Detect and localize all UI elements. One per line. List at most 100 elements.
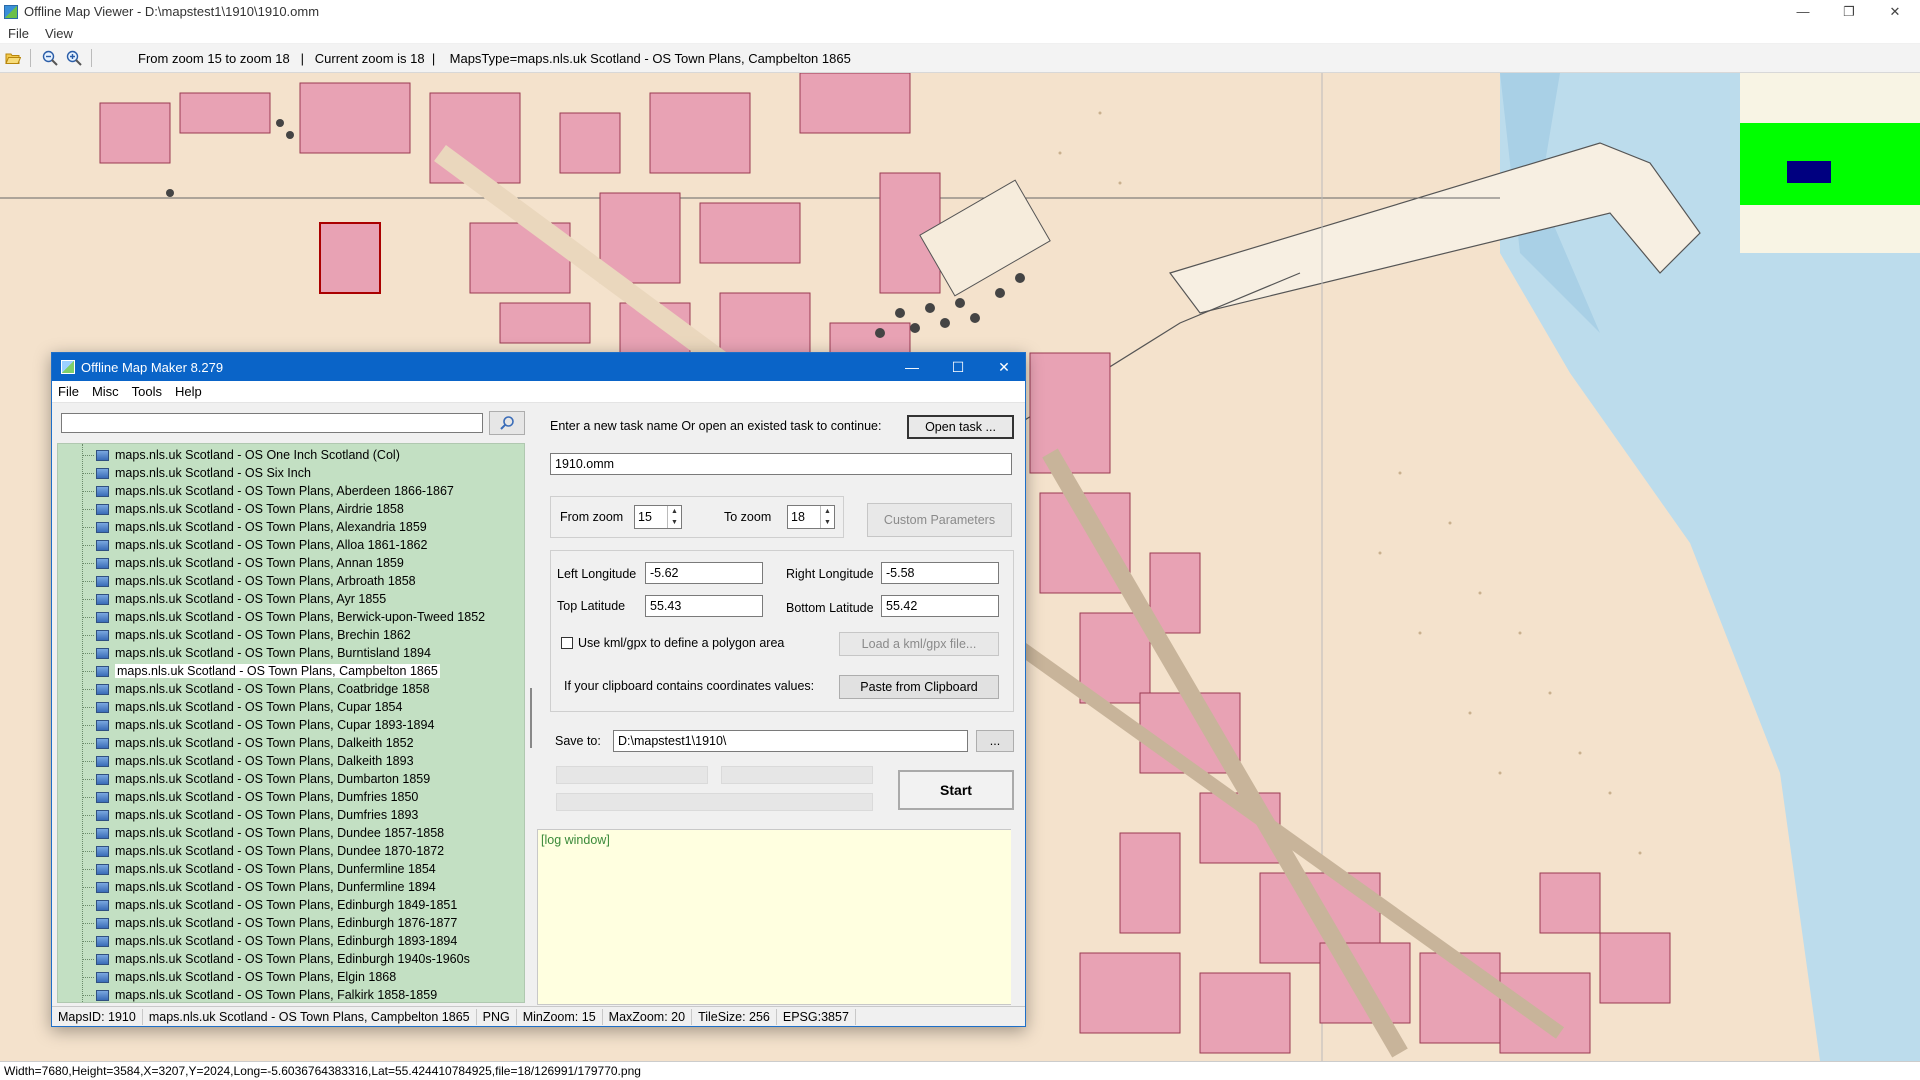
bottom-latitude-input[interactable] — [881, 595, 999, 617]
map-list-item[interactable]: maps.nls.uk Scotland - OS Town Plans, Fa… — [96, 986, 437, 1002]
map-list-item[interactable]: maps.nls.uk Scotland - OS Town Plans, Cu… — [96, 698, 402, 716]
close-button[interactable]: ✕ — [1872, 0, 1918, 23]
map-tile-icon — [96, 701, 109, 713]
offline-map-maker-dialog: Offline Map Maker 8.279 — ☐ ✕ File Misc … — [51, 352, 1026, 1027]
map-list-item[interactable]: maps.nls.uk Scotland - OS Town Plans, Du… — [96, 806, 418, 824]
right-longitude-label: Right Longitude — [786, 567, 874, 581]
log-scrollbar[interactable] — [1011, 829, 1025, 1005]
open-task-button[interactable]: Open task ... — [907, 415, 1014, 439]
task-name-input[interactable] — [550, 453, 1012, 475]
map-list-item[interactable]: maps.nls.uk Scotland - OS Town Plans, Da… — [96, 752, 414, 770]
tree-line — [82, 617, 94, 618]
top-latitude-input[interactable] — [645, 595, 763, 617]
dialog-menu-misc[interactable]: Misc — [92, 384, 119, 399]
tree-line — [82, 797, 94, 798]
save-to-input[interactable] — [613, 730, 968, 752]
map-list-item[interactable]: maps.nls.uk Scotland - OS Town Plans, Ed… — [96, 932, 457, 950]
map-list-item[interactable]: maps.nls.uk Scotland - OS Town Plans, Al… — [96, 518, 427, 536]
map-list-item[interactable]: maps.nls.uk Scotland - OS Six Inch — [96, 464, 311, 482]
tree-line — [82, 473, 94, 474]
map-list-item[interactable]: maps.nls.uk Scotland - OS Town Plans, Co… — [96, 680, 430, 698]
map-list-item[interactable]: maps.nls.uk Scotland - OS Town Plans, Du… — [96, 824, 444, 842]
map-list-item[interactable]: maps.nls.uk Scotland - OS Town Plans, Ab… — [96, 482, 454, 500]
zoom-out-icon[interactable] — [39, 47, 61, 69]
start-button[interactable]: Start — [898, 770, 1014, 810]
map-list-item[interactable]: maps.nls.uk Scotland - OS Town Plans, Al… — [96, 536, 427, 554]
dialog-minimize-button[interactable]: — — [889, 353, 935, 381]
dialog-app-icon — [61, 360, 75, 374]
map-list-item[interactable]: maps.nls.uk Scotland - OS Town Plans, Ai… — [96, 500, 404, 518]
tree-line — [82, 833, 94, 834]
spinner-arrows-icon[interactable]: ▲ ▼ — [667, 506, 681, 528]
left-longitude-input[interactable] — [645, 562, 763, 584]
map-list-item-label: maps.nls.uk Scotland - OS Town Plans, Ai… — [115, 502, 404, 516]
viewer-titlebar: Offline Map Viewer - D:\mapstest1\1910\1… — [0, 0, 1920, 23]
map-list-item[interactable]: maps.nls.uk Scotland - OS One Inch Scotl… — [96, 446, 400, 464]
dialog-maximize-button[interactable]: ☐ — [935, 353, 981, 381]
map-list-item[interactable]: maps.nls.uk Scotland - OS Town Plans, An… — [96, 554, 404, 572]
right-longitude-input[interactable] — [881, 562, 999, 584]
dialog-menu-tools[interactable]: Tools — [132, 384, 162, 399]
map-list-item-label: maps.nls.uk Scotland - OS Town Plans, Al… — [115, 538, 428, 552]
search-button[interactable] — [489, 411, 525, 435]
map-list-item[interactable]: maps.nls.uk Scotland - OS Town Plans, Du… — [96, 770, 430, 788]
kml-checkbox-label: Use kml/gpx to define a polygon area — [578, 636, 785, 650]
map-list-item[interactable]: maps.nls.uk Scotland - OS Town Plans, Cu… — [96, 716, 434, 734]
tree-line — [82, 635, 94, 636]
dialog-title: Offline Map Maker 8.279 — [81, 359, 224, 375]
restore-button[interactable]: ❐ — [1826, 0, 1872, 23]
zoom-in-icon[interactable] — [63, 47, 85, 69]
progress-bar-total — [556, 793, 873, 811]
tree-line — [82, 545, 94, 546]
map-list-item[interactable]: maps.nls.uk Scotland - OS Town Plans, Ar… — [96, 572, 416, 590]
map-search-input[interactable] — [61, 413, 483, 433]
map-type-tree[interactable]: maps.nls.uk Scotland - OS One Inch Scotl… — [57, 443, 525, 1003]
from-zoom-spinner[interactable]: 15 ▲ ▼ — [634, 505, 682, 529]
map-list-item[interactable]: maps.nls.uk Scotland - OS Town Plans, Du… — [96, 860, 436, 878]
dialog-menu-file[interactable]: File — [58, 384, 79, 399]
map-list-item[interactable]: maps.nls.uk Scotland - OS Town Plans, Du… — [96, 878, 436, 896]
folder-open-icon[interactable] — [2, 47, 24, 69]
load-kml-button[interactable]: Load a kml/gpx file... — [839, 632, 999, 656]
tree-line — [82, 707, 94, 708]
minimize-button[interactable]: — — [1780, 0, 1826, 23]
log-window[interactable]: [log window] — [537, 829, 1012, 1005]
tree-line — [82, 527, 94, 528]
spinner-arrows-icon[interactable]: ▲ ▼ — [820, 506, 834, 528]
map-list-item[interactable]: maps.nls.uk Scotland - OS Town Plans, Br… — [96, 626, 411, 644]
map-list-item[interactable]: maps.nls.uk Scotland - OS Town Plans, Ed… — [96, 950, 470, 968]
map-list-item[interactable]: maps.nls.uk Scotland - OS Town Plans, Bu… — [96, 644, 431, 662]
progress-bar-2 — [721, 766, 873, 784]
map-list-item-label: maps.nls.uk Scotland - OS Town Plans, Bu… — [115, 646, 431, 660]
dialog-menu-help[interactable]: Help — [175, 384, 202, 399]
scrollbar-thumb[interactable] — [530, 688, 532, 748]
dialog-close-button[interactable]: ✕ — [981, 353, 1027, 381]
to-zoom-spinner[interactable]: 18 ▲ ▼ — [787, 505, 835, 529]
map-list-item[interactable]: maps.nls.uk Scotland - OS Town Plans, Ay… — [96, 590, 386, 608]
menu-file[interactable]: File — [8, 26, 29, 41]
browse-button[interactable]: ... — [976, 730, 1014, 752]
map-list-item[interactable]: maps.nls.uk Scotland - OS Town Plans, El… — [96, 968, 396, 986]
to-zoom-value: 18 — [791, 510, 805, 524]
task-prompt-label: Enter a new task name Or open an existed… — [550, 419, 882, 433]
map-list-item[interactable]: maps.nls.uk Scotland - OS Town Plans, Du… — [96, 842, 444, 860]
map-list-item-label: maps.nls.uk Scotland - OS Town Plans, Al… — [115, 520, 427, 534]
map-list-item[interactable]: maps.nls.uk Scotland - OS Town Plans, Ca… — [96, 662, 440, 680]
menu-view[interactable]: View — [45, 26, 73, 41]
map-list-item[interactable]: maps.nls.uk Scotland - OS Town Plans, Ed… — [96, 896, 457, 914]
kml-checkbox[interactable] — [561, 637, 573, 649]
map-list-item[interactable]: maps.nls.uk Scotland - OS Town Plans, Ed… — [96, 914, 457, 932]
tree-line — [82, 959, 94, 960]
tree-line — [82, 743, 94, 744]
map-tile-icon — [96, 719, 109, 731]
paste-from-clipboard-button[interactable]: Paste from Clipboard — [839, 675, 999, 699]
map-list-item[interactable]: maps.nls.uk Scotland - OS Town Plans, Du… — [96, 788, 418, 806]
log-text: [log window] — [541, 833, 610, 847]
map-list-item[interactable]: maps.nls.uk Scotland - OS Town Plans, Da… — [96, 734, 414, 752]
map-tile-icon — [96, 485, 109, 497]
custom-parameters-button[interactable]: Custom Parameters — [867, 503, 1012, 537]
map-tile-icon — [96, 539, 109, 551]
map-list-item[interactable]: maps.nls.uk Scotland - OS Town Plans, Be… — [96, 608, 485, 626]
map-tile-icon — [96, 683, 109, 695]
tree-line — [82, 653, 94, 654]
